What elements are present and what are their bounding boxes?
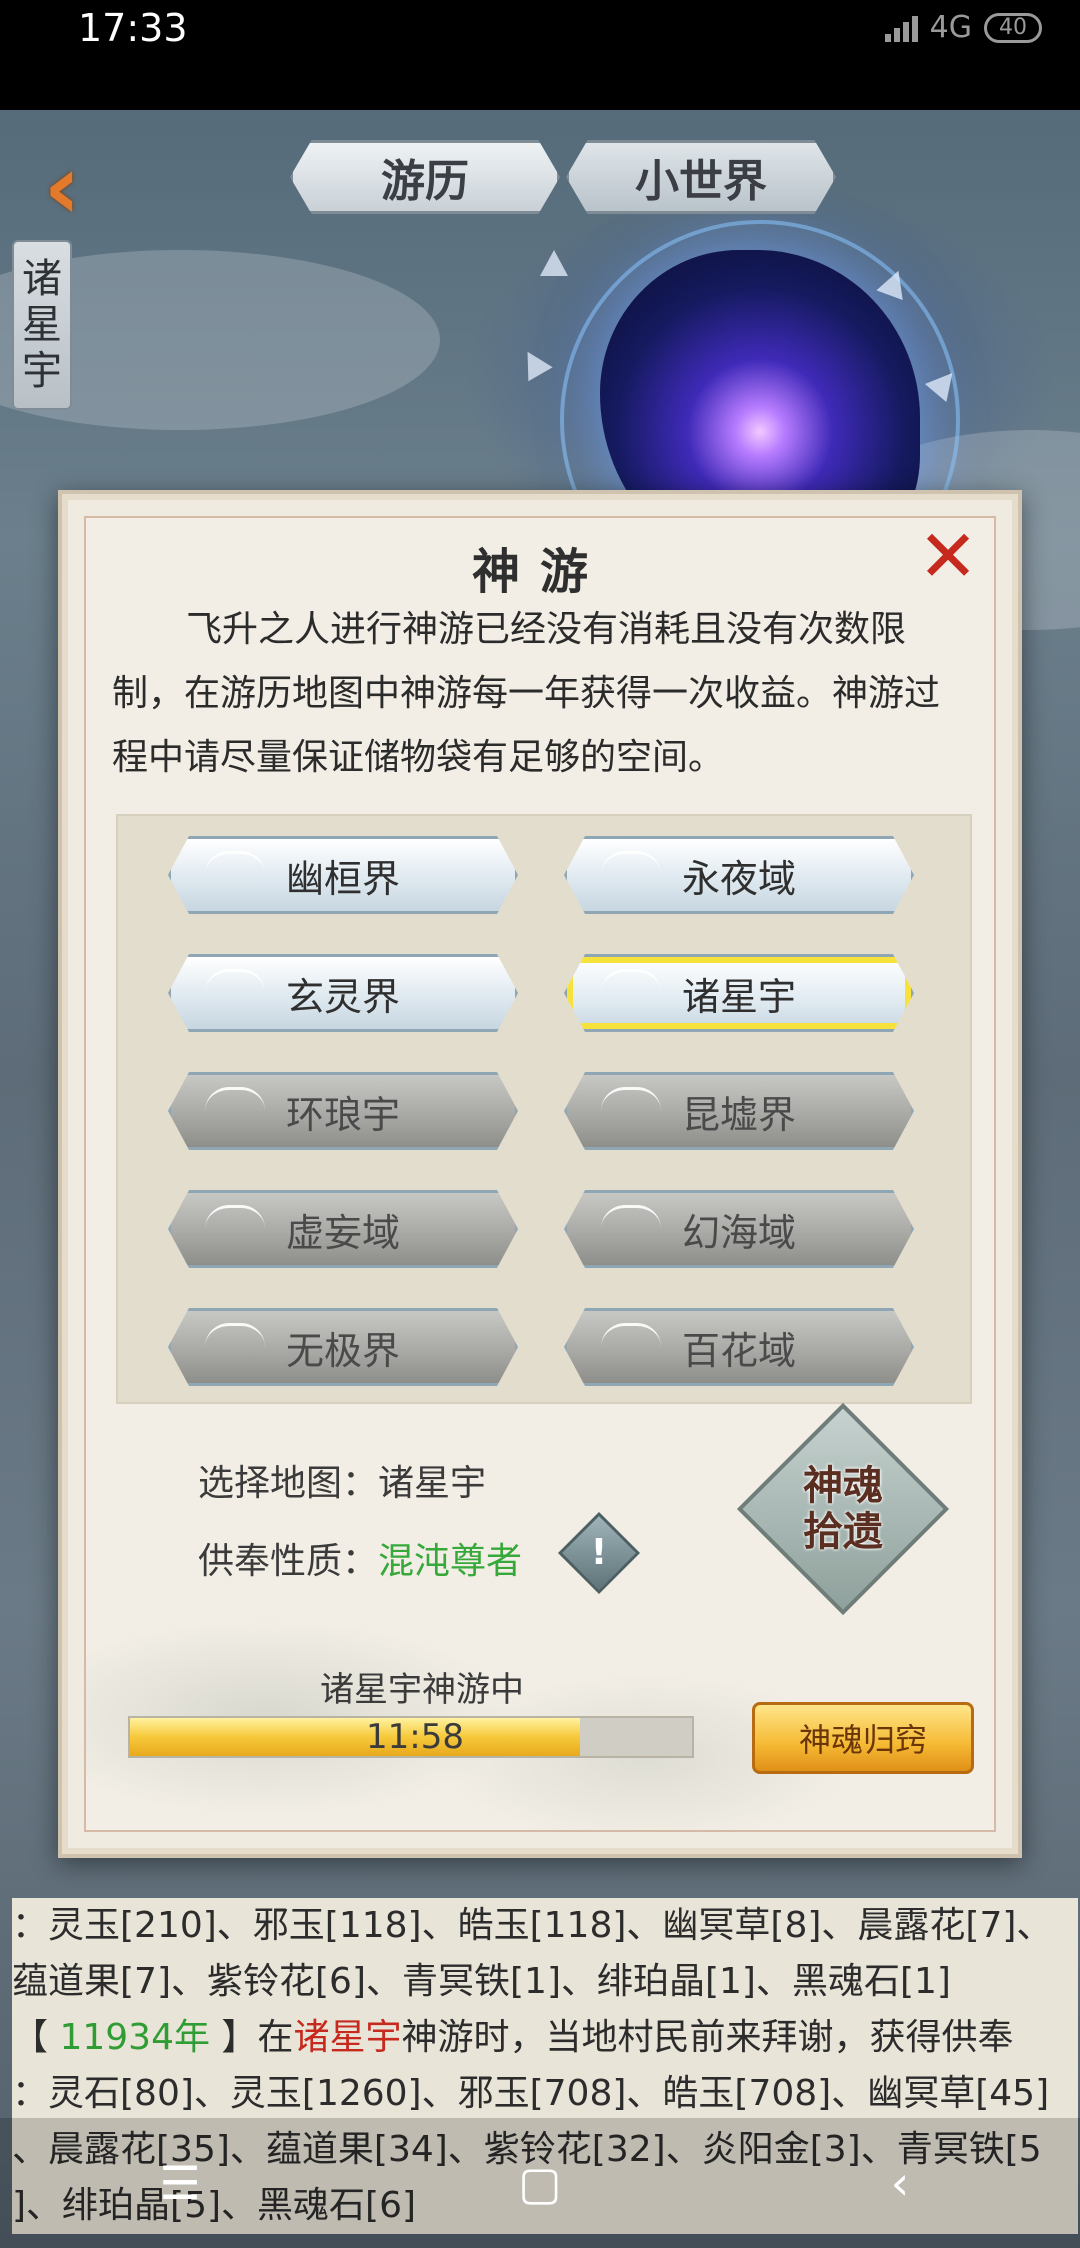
region-char: 星 [22,302,62,348]
offering-label: 供奉性质： [198,1541,379,1582]
map-button-youhuan[interactable]: 幽桓界 [168,836,518,914]
seal-text-top: 神魂 [803,1462,883,1509]
travel-progress-bar: 11:58 [128,1716,694,1758]
cloud-icon [205,1087,265,1111]
offering-row: 供奉性质：混沌尊者 [198,1532,522,1584]
offering-value: 混沌尊者 [378,1541,523,1582]
menu-icon[interactable]: ☰ [140,2143,220,2223]
tab-travel[interactable]: 游历 [290,140,560,214]
log-line: ：灵玉[210]、邪玉[118]、皓玉[118]、幽冥草[8]、晨露花[7]、 [12,1905,1053,1946]
map-button-yongye[interactable]: 永夜域 [564,836,914,914]
cloud-icon [601,1323,661,1347]
map-button-wuji[interactable]: 无极界 [168,1308,518,1386]
map-label: 幽桓界 [285,856,400,901]
map-label: 玄灵界 [285,974,400,1019]
dialog-description: 飞升之人进行神游已经没有消耗且没有次数限制，在游历地图中神游每一年获得一次收益。… [112,609,941,778]
selected-map-row: 选择地图：诸星宇 [198,1454,486,1506]
map-label: 诸星宇 [681,974,796,1019]
cloud-icon [601,1087,661,1111]
return-soul-button[interactable]: 神魂归窍 [752,1702,974,1774]
region-char: 宇 [22,348,62,394]
cloud-icon [205,1205,265,1229]
top-tabs: 游历 小世界 [290,140,836,214]
log-line: 【 11934年 】在诸星宇神游时，当地村民前来拜谢，获得供奉 [12,2010,1078,2066]
shard-icon [515,344,553,382]
log-year: 11934年 [59,2017,210,2058]
cloud-icon [601,851,661,875]
cloud-icon [205,1323,265,1347]
close-icon[interactable]: ✕ [916,520,980,592]
map-button-xuwang[interactable]: 虚妄域 [168,1190,518,1268]
battery-icon: 40 [984,12,1042,43]
map-label: 无极界 [285,1328,400,1373]
map-label: 昆墟界 [681,1092,796,1137]
navigation-bar: ☰ ▢ ‹ [0,2118,1080,2248]
map-label: 环琅宇 [285,1092,400,1137]
tab-small-world[interactable]: 小世界 [566,140,836,214]
progress-label: 诸星宇神游中 [320,1670,524,1710]
progress-time: 11:58 [366,1717,464,1757]
log-line: 蕴道果[7]、紫铃花[6]、青冥铁[1]、绯珀晶[1]、黑魂石[1] [12,1961,951,2002]
back-arrow-icon[interactable]: ‹ [22,143,102,233]
soul-gather-label[interactable]: 神魂 拾遗 [768,1434,918,1584]
network-type: 4G [929,10,972,45]
current-region-label: 诸 星 宇 [12,240,72,410]
spirit-travel-dialog: 神游 ✕ 飞升之人进行神游已经没有消耗且没有次数限制，在游历地图中神游每一年获得… [58,490,1022,1858]
dialog-title: 神游 [471,544,608,600]
log-text: 神游时，当地村民前来拜谢，获得供奉 [401,2017,1014,2058]
log-text: 】在 [209,2017,294,2058]
status-bar: 17:33 4G 40 [0,0,1080,110]
status-indicators: 4G 40 [884,10,1042,45]
selected-map-label: 选择地图： [198,1463,379,1504]
map-label: 永夜域 [681,856,796,901]
map-button-baihua[interactable]: 百花域 [564,1308,914,1386]
seal-text-bottom: 拾遗 [803,1508,883,1555]
log-place: 诸星宇 [293,2017,402,2058]
back-icon[interactable]: ‹ [860,2143,940,2223]
map-button-huanlang[interactable]: 环琅宇 [168,1072,518,1150]
status-time: 17:33 [78,6,188,50]
map-button-xuanling[interactable]: 玄灵界 [168,954,518,1032]
region-char: 诸 [22,256,62,302]
cloud-icon [601,1205,661,1229]
log-line: ：灵石[80]、灵玉[1260]、邪玉[708]、皓玉[708]、幽冥草[45] [12,2073,1050,2114]
shard-icon [540,250,568,276]
home-icon[interactable]: ▢ [500,2143,580,2223]
signal-icon [884,14,918,42]
map-selection-panel: 幽桓界 永夜域 玄灵界 诸星宇 环琅宇 昆墟界 虚妄域 幻海域 无极界 百花域 [116,814,972,1404]
map-button-huanhai[interactable]: 幻海域 [564,1190,914,1268]
map-label: 幻海域 [681,1210,796,1255]
map-grid: 幽桓界 永夜域 玄灵界 诸星宇 环琅宇 昆墟界 虚妄域 幻海域 无极界 百花域 [168,836,914,1386]
selected-map-value: 诸星宇 [378,1463,487,1504]
map-button-zhuxing[interactable]: 诸星宇 [564,954,914,1032]
log-bracket: 【 [12,2017,60,2058]
cloud-icon [205,969,265,993]
cloud-icon [601,969,661,993]
map-label: 百花域 [681,1328,796,1373]
map-button-kunxu[interactable]: 昆墟界 [564,1072,914,1150]
map-label: 虚妄域 [285,1210,400,1255]
cloud-icon [205,851,265,875]
info-glyph: ! [590,1532,608,1573]
